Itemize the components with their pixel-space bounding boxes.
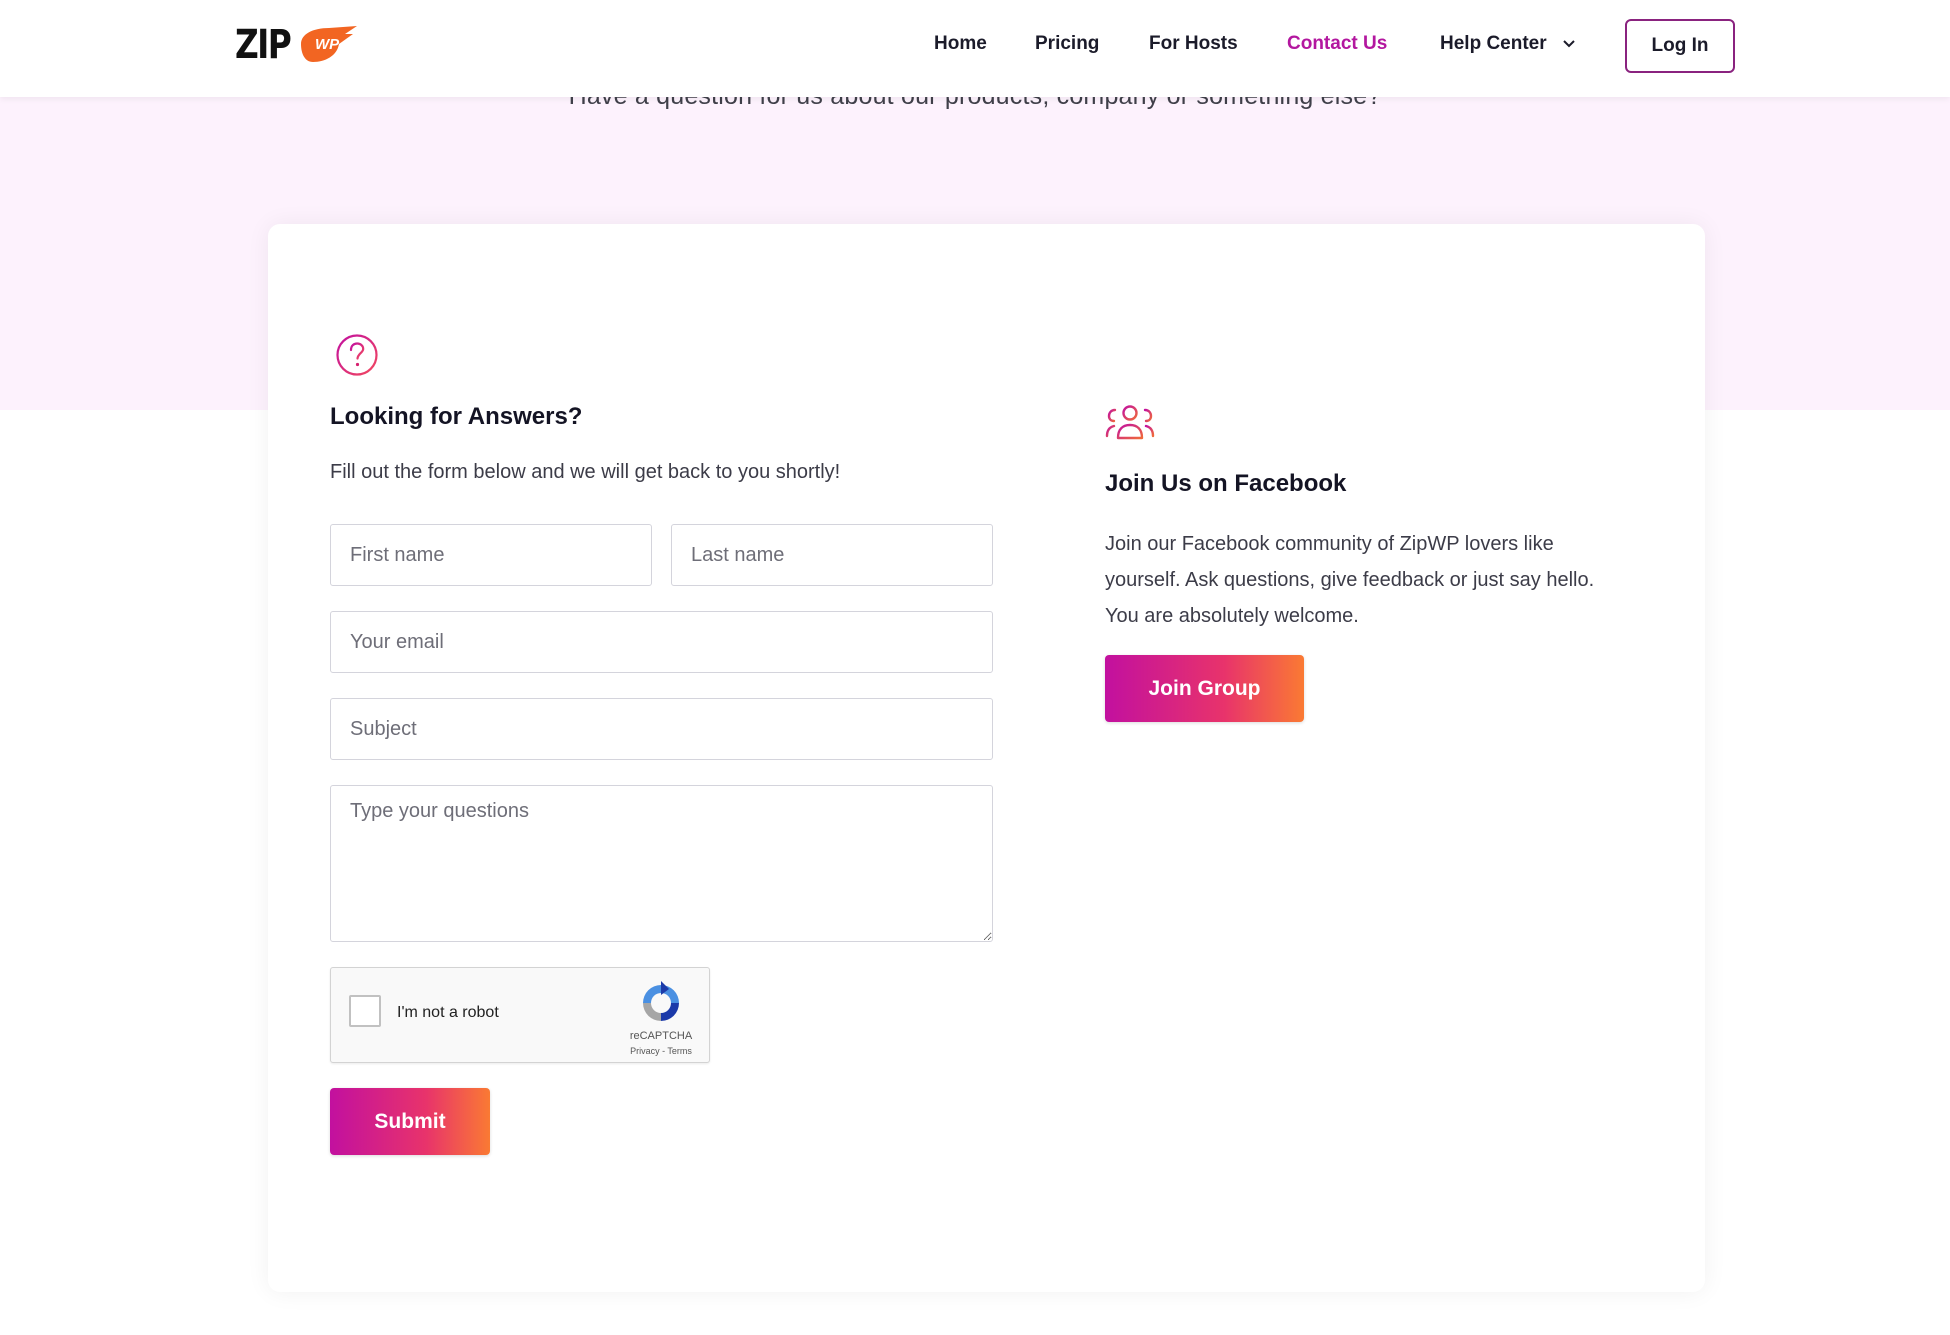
contact-page: Have a question for us about our product…	[0, 0, 1950, 1335]
recaptcha-checkbox[interactable]	[349, 995, 381, 1027]
subject-field[interactable]	[330, 698, 993, 760]
email-field[interactable]	[330, 611, 993, 673]
nav-contact-us[interactable]: Contact Us	[1287, 33, 1387, 55]
users-group-icon	[1105, 405, 1155, 440]
logo-badge-text: WP	[315, 36, 340, 53]
nav-help-center[interactable]: Help Center	[1440, 33, 1576, 55]
recaptcha-widget: I'm not a robot reCAPTCHA Privacy - Term…	[330, 967, 710, 1063]
site-header: ZIP WP Home Pricing For Hosts Contact Us…	[0, 0, 1950, 97]
facebook-description-line: You are absolutely welcome.	[1105, 605, 1359, 627]
zipwp-logo[interactable]: ZIP WP	[235, 22, 359, 68]
facebook-title: Join Us on Facebook	[1105, 470, 1347, 497]
question-circle-icon	[336, 334, 378, 376]
chevron-down-icon	[1563, 40, 1575, 48]
nav-for-hosts[interactable]: For Hosts	[1149, 33, 1238, 55]
first-name-field[interactable]	[330, 524, 652, 586]
submit-button[interactable]: Submit	[330, 1088, 490, 1155]
last-name-field[interactable]	[671, 524, 993, 586]
logo-wordmark: ZIP	[235, 22, 292, 68]
facebook-description-line: Join our Facebook community of ZipWP lov…	[1105, 533, 1554, 555]
logo-badge: WP	[295, 22, 359, 68]
recaptcha-brand: reCAPTCHA	[629, 1030, 693, 1042]
nav-help-center-label: Help Center	[1440, 33, 1547, 54]
message-textarea[interactable]	[330, 785, 993, 942]
form-description: Fill out the form below and we will get …	[330, 461, 841, 483]
recaptcha-logo-icon	[643, 981, 679, 1021]
recaptcha-links[interactable]: Privacy - Terms	[611, 1046, 711, 1056]
facebook-description: Join our Facebook community of ZipWP lov…	[1105, 526, 1665, 634]
nav-pricing[interactable]: Pricing	[1035, 33, 1099, 55]
login-button[interactable]: Log In	[1625, 19, 1735, 73]
recaptcha-label: I'm not a robot	[397, 1004, 499, 1021]
form-title: Looking for Answers?	[330, 403, 583, 430]
facebook-description-line: yourself. Ask questions, give feedback o…	[1105, 569, 1595, 591]
nav-home[interactable]: Home	[934, 33, 987, 55]
join-group-button[interactable]: Join Group	[1105, 655, 1304, 722]
